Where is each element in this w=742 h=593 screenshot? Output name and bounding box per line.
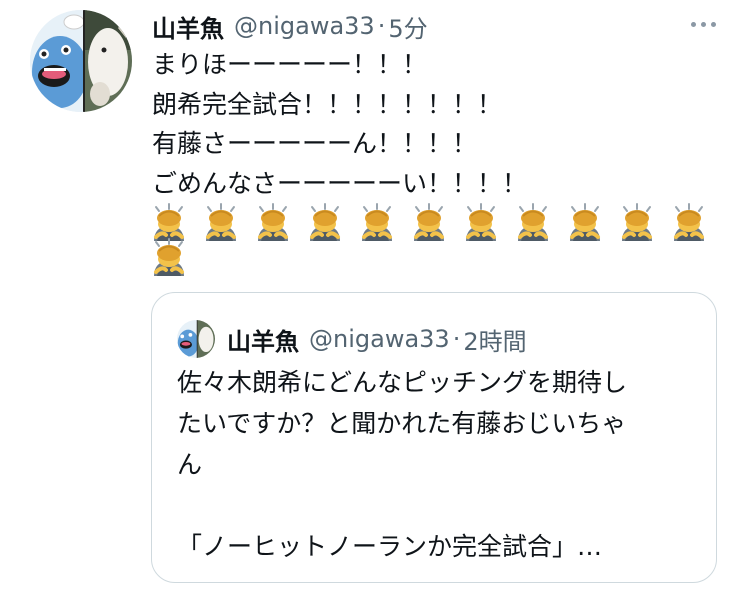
quoted-tweet-line: ん — [177, 450, 203, 479]
author-name[interactable]: 山羊魚 — [152, 9, 224, 44]
person-bowing-emoji — [414, 203, 444, 241]
tweet-line: 朗希完全試合！！！！！！！！ — [152, 89, 503, 119]
more-horizontal-icon — [690, 21, 696, 27]
person-bowing-emoji — [362, 203, 392, 241]
tweet-header: 山羊魚 @nigawa33 · 5分 — [152, 8, 428, 44]
quoted-author-avatar[interactable] — [177, 320, 215, 358]
fish-goat-avatar-icon — [177, 320, 215, 358]
quoted-tweet-line: 佐々木朗希にどんなピッチングを期待し — [177, 368, 628, 397]
separator-dot: · — [377, 12, 386, 40]
author-handle[interactable]: @nigawa33 — [234, 12, 375, 40]
quoted-author-handle[interactable]: @nigawa33 — [309, 325, 450, 353]
person-bowing-emoji — [518, 203, 548, 241]
tweet-time[interactable]: 5分 — [388, 9, 427, 44]
person-bowing-emoji — [206, 203, 236, 241]
more-horizontal-icon-dot — [710, 21, 716, 27]
quoted-tweet-line — [177, 485, 697, 526]
more-horizontal-icon-dot — [700, 21, 706, 27]
quoted-tweet-time[interactable]: 2時間 — [463, 322, 526, 357]
author-avatar[interactable] — [30, 10, 132, 112]
tweet-line: まりほーーーーー！！！ — [152, 50, 428, 79]
person-bowing-emoji — [622, 203, 652, 241]
emoji-row — [150, 203, 722, 243]
quoted-tweet-line: 「ノーヒットノーランか完全試合」… — [177, 532, 603, 561]
quoted-tweet-text: 佐々木朗希にどんなピッチングを期待し たいですか？と聞かれた有藤おじいちゃ ん … — [177, 362, 697, 567]
quoted-tweet-header: 山羊魚 @nigawa33 · 2時間 — [227, 320, 527, 358]
person-bowing-emoji — [310, 203, 340, 241]
person-bowing-emoji — [570, 203, 600, 241]
quoted-tweet-line: たいですか？と聞かれた有藤おじいちゃ — [177, 409, 627, 438]
person-bowing-emoji — [674, 203, 704, 241]
person-bowing-emoji — [154, 203, 184, 241]
person-bowing-emoji — [154, 238, 184, 276]
emoji-row — [150, 238, 202, 278]
person-bowing-emoji — [466, 203, 496, 241]
more-options-button[interactable] — [683, 10, 723, 38]
person-bowing-emoji — [258, 203, 288, 241]
separator-dot: · — [452, 325, 461, 353]
quoted-author-name[interactable]: 山羊魚 — [227, 322, 299, 357]
tweet-text: まりほーーーーー！！！ 朗希完全試合！！！！！！！！ 有藤さーーーーーん！！！！… — [152, 45, 712, 203]
tweet-line: 有藤さーーーーーん！！！！ — [152, 129, 478, 158]
fish-goat-avatar-icon — [30, 10, 132, 112]
tweet-line: ごめんなさーーーーーい！！！！ — [152, 168, 528, 198]
